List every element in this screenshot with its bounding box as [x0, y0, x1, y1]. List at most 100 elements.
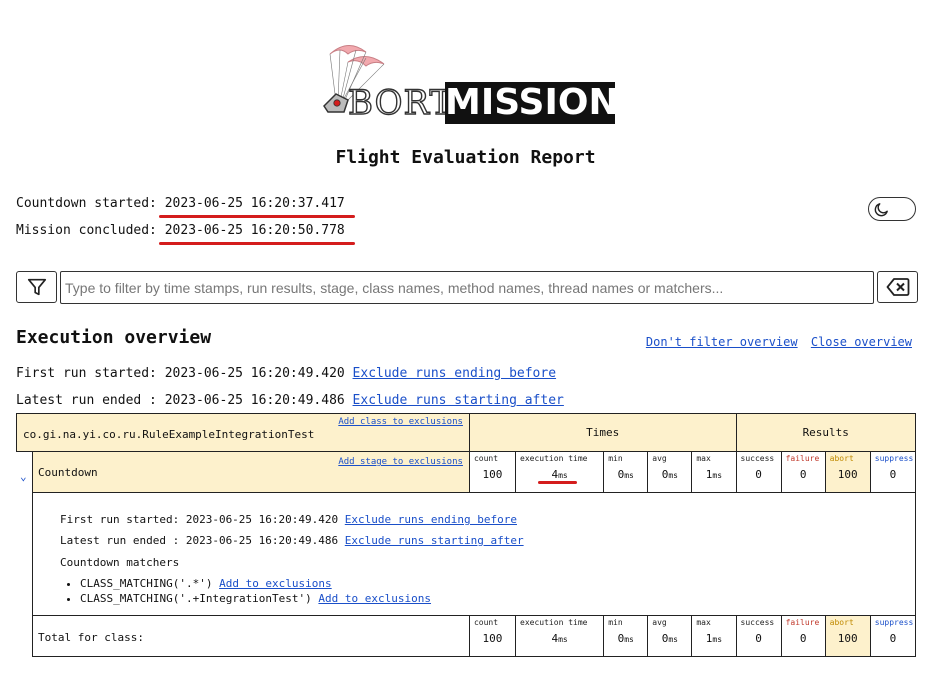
- total-label-cell: Total for class:: [32, 615, 470, 657]
- min-label: min: [608, 454, 623, 463]
- max-value: 1ms: [692, 632, 735, 645]
- total-suppress: suppress 0: [869, 615, 917, 657]
- max-label: max: [696, 618, 711, 627]
- countdown-label: Countdown started:: [16, 196, 165, 211]
- class-name: co.gi.na.yi.co.ru.RuleExampleIntegration…: [23, 428, 315, 441]
- max-value: 1ms: [692, 468, 735, 481]
- success-value: 0: [755, 632, 762, 645]
- mission-concluded: Mission concluded: 2023-06-25 16:20:50.7…: [16, 223, 355, 245]
- total-count: count 100: [468, 615, 517, 657]
- exec-unit: ms: [558, 471, 568, 480]
- suppress-value: 0: [889, 632, 897, 645]
- min-unit: ms: [624, 471, 634, 480]
- avg-label: avg: [652, 454, 667, 463]
- matcher-item: CLASS_MATCHING('.+IntegrationTest') Add …: [80, 593, 431, 604]
- filter-button[interactable]: [16, 271, 57, 303]
- stage-min: min 0ms: [603, 451, 649, 493]
- failure-value: 0: [799, 632, 807, 645]
- overview-heading: Execution overview: [16, 327, 212, 348]
- latest-run-label: Latest run ended : 2023-06-25 16:20:49.4…: [16, 393, 353, 408]
- detail-first-run: First run started: 2023-06-25 16:20:49.4…: [60, 514, 517, 525]
- add-class-to-exclusions-link[interactable]: Add class to exclusions: [338, 417, 463, 427]
- detail-exclude-runs-ending-before-link[interactable]: Exclude runs ending before: [345, 513, 517, 526]
- suppress-label: suppress: [874, 618, 914, 627]
- stage-avg: avg 0ms: [647, 451, 693, 493]
- avg-unit: ms: [668, 471, 678, 480]
- add-stage-to-exclusions-link[interactable]: Add stage to exclusions: [338, 457, 463, 467]
- total-max: max 1ms: [691, 615, 737, 657]
- detail-spacer: [17, 493, 33, 616]
- count-label: count: [473, 618, 499, 627]
- matcher-text: CLASS_MATCHING('.+IntegrationTest'): [80, 592, 319, 605]
- theme-toggle[interactable]: [868, 197, 916, 221]
- stage-name: Countdown: [38, 466, 98, 479]
- matcher-text: CLASS_MATCHING('.*'): [80, 577, 220, 590]
- abort-label: abort: [829, 454, 854, 463]
- times-header: Times: [468, 413, 737, 452]
- count-value: 100: [482, 468, 503, 481]
- stage-cell[interactable]: Countdown Add stage to exclusions: [32, 451, 470, 493]
- filter-input[interactable]: [60, 271, 874, 304]
- detail-latest-run: Latest run ended : 2023-06-25 16:20:49.4…: [60, 535, 524, 546]
- abort-value: 100: [837, 468, 858, 481]
- countdown-started: Countdown started: 2023-06-25 16:20:37.4…: [16, 196, 355, 218]
- abort-value: 100: [837, 632, 858, 645]
- latest-run-line: Latest run ended : 2023-06-25 16:20:49.4…: [16, 393, 564, 408]
- total-label: Total for class:: [38, 631, 144, 644]
- stage-suppress: suppress 0: [869, 451, 917, 493]
- first-run-label: First run started: 2023-06-25 16:20:49.4…: [16, 366, 353, 381]
- failure-label: failure: [785, 618, 820, 627]
- abort-mission-logo: BORT MISSION: [318, 42, 619, 126]
- detail-exclude-runs-starting-after-link[interactable]: Exclude runs starting after: [345, 534, 524, 547]
- max-unit: ms: [712, 471, 723, 480]
- stage-success: success 0: [735, 451, 782, 493]
- suppress-value: 0: [889, 468, 897, 481]
- stage-failure: failure 0: [780, 451, 826, 493]
- close-overview-link[interactable]: Close overview: [811, 335, 912, 349]
- exclude-runs-ending-before-link[interactable]: Exclude runs ending before: [353, 366, 557, 381]
- suppress-label: suppress: [874, 454, 914, 463]
- detail-first-run-label: First run started: 2023-06-25 16:20:49.4…: [60, 513, 345, 526]
- chevron-down-icon[interactable]: ⌄: [20, 470, 27, 483]
- dont-filter-overview-link[interactable]: Don't filter overview: [646, 335, 798, 349]
- logo-mission-text: MISSION: [445, 82, 619, 124]
- logo-abort-text: BORT: [347, 83, 454, 123]
- stage-count: count 100: [468, 451, 517, 493]
- exec-label: execution time: [520, 618, 588, 627]
- total-exec-time: execution time 4ms: [515, 615, 605, 657]
- add-matcher-to-exclusions-link[interactable]: Add to exclusions: [318, 592, 431, 605]
- exec-unit: ms: [558, 635, 568, 644]
- exec-value: 4ms: [516, 632, 603, 645]
- clear-filter-button[interactable]: [877, 271, 918, 303]
- avg-value: 0ms: [648, 632, 691, 645]
- execution-time-annotation: [538, 481, 577, 484]
- total-min: min 0ms: [603, 615, 649, 657]
- page-title: Flight Evaluation Report: [335, 147, 596, 168]
- concluded-value: 2023-06-25 16:20:50.778: [158, 223, 355, 245]
- min-value: 0ms: [604, 632, 647, 645]
- backspace-icon: [886, 278, 909, 296]
- total-avg: avg 0ms: [647, 615, 693, 657]
- success-value: 0: [755, 468, 762, 481]
- add-matcher-to-exclusions-link[interactable]: Add to exclusions: [219, 577, 332, 590]
- max-unit: ms: [712, 635, 723, 644]
- abort-label: abort: [829, 618, 854, 627]
- stage-exec-time: execution time 4ms: [515, 451, 605, 493]
- avg-unit: ms: [668, 635, 678, 644]
- avg-value: 0ms: [648, 468, 691, 481]
- total-failure: failure 0: [780, 615, 826, 657]
- exclude-runs-starting-after-link[interactable]: Exclude runs starting after: [353, 393, 564, 408]
- matchers-title: Countdown matchers: [60, 556, 180, 569]
- min-label: min: [608, 618, 623, 627]
- total-spacer: [17, 616, 33, 657]
- concluded-label: Mission concluded:: [16, 223, 165, 238]
- filter-icon: [27, 278, 46, 296]
- matcher-item: CLASS_MATCHING('.*') Add to exclusions: [80, 578, 431, 589]
- countdown-value: 2023-06-25 16:20:37.417: [158, 196, 355, 218]
- total-success: success 0: [735, 615, 782, 657]
- max-label: max: [696, 454, 711, 463]
- failure-value: 0: [799, 468, 807, 481]
- success-label: success: [740, 618, 775, 627]
- moon-icon: [874, 203, 888, 217]
- detail-latest-run-label: Latest run ended : 2023-06-25 16:20:49.4…: [60, 534, 345, 547]
